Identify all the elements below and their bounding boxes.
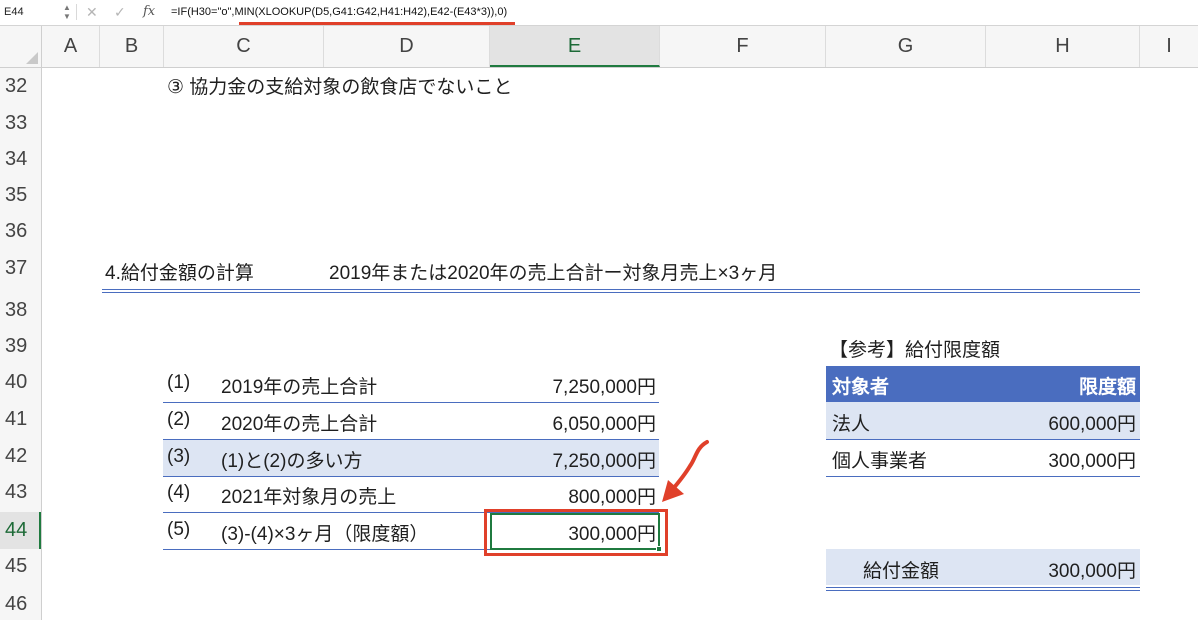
calc-row-1-num: (1) — [167, 372, 191, 393]
column-header-row: A B C D E F G H I — [0, 26, 1198, 68]
row-header-38[interactable]: 38 — [0, 292, 41, 329]
row-header-37[interactable]: 37 — [0, 250, 41, 287]
calc-row-4-value[interactable]: 800,000円 — [490, 482, 656, 509]
benefit-label: 給付金額 — [863, 561, 940, 582]
column-header-a[interactable]: A — [42, 26, 100, 67]
row-header-35[interactable]: 35 — [0, 177, 41, 214]
benefit-rule-bottom — [826, 590, 1140, 591]
calc-row-3-label: (1)と(2)の多い方 — [221, 451, 363, 472]
section-rule-bottom — [102, 292, 1140, 293]
row-header-46[interactable]: 46 — [0, 586, 41, 620]
enter-icon[interactable]: ✓ — [114, 2, 126, 22]
calc-row-4-num: (4) — [167, 482, 191, 503]
reference-row-divider — [826, 439, 1140, 440]
row-header-45[interactable]: 45 — [0, 548, 41, 585]
calc-row-3-value[interactable]: 7,250,000円 — [490, 446, 656, 473]
reference-header-target: 対象者 — [832, 377, 890, 398]
row-header-39[interactable]: 39 — [0, 328, 41, 365]
fill-handle[interactable] — [656, 546, 662, 552]
reference-row-2-target: 個人事業者 — [832, 451, 928, 472]
reference-header-limit: 限度額 — [1078, 377, 1136, 398]
formula-bar-divider — [76, 4, 77, 20]
calc-row-4-label: 2021年対象月の売上 — [221, 487, 397, 508]
row-header-32[interactable]: 32 — [0, 68, 41, 105]
calc-row-2-value[interactable]: 6,050,000円 — [490, 409, 656, 436]
reference-row-divider — [826, 476, 1140, 477]
row-header-33[interactable]: 33 — [0, 105, 41, 142]
calc-row-divider — [163, 402, 659, 403]
section-title: 4.給付金額の計算 — [105, 263, 254, 284]
column-header-i[interactable]: I — [1140, 26, 1198, 67]
name-box[interactable]: E44 — [0, 2, 60, 22]
row-header-36[interactable]: 36 — [0, 213, 41, 250]
fx-icon[interactable]: fx — [143, 2, 155, 22]
calc-row-5-label: (3)-(4)×3ヶ月（限度額） — [221, 524, 429, 545]
reference-row-1-limit[interactable]: 600,000円 — [986, 409, 1136, 436]
annotation-arrow-icon — [662, 440, 709, 502]
column-header-e[interactable]: E — [490, 26, 660, 67]
section-formula-text: 2019年または2020年の売上合計ー対象月売上×3ヶ月 — [329, 263, 778, 284]
row-header-42[interactable]: 42 — [0, 438, 41, 475]
select-all-icon — [26, 52, 38, 64]
calc-row-divider — [163, 476, 659, 477]
formula-bar: E44 ▲ ▼ ✕ ✓ fx =IF(H30="o",MIN(XLOOKUP(D5… — [0, 0, 1198, 26]
benefit-rule-top — [826, 587, 1140, 588]
condition-3-text: ③ 協力金の支給対象の飲食店でないこと — [167, 77, 513, 98]
column-header-d[interactable]: D — [324, 26, 490, 67]
reference-row-2-limit[interactable]: 300,000円 — [986, 446, 1136, 473]
row-header-41[interactable]: 41 — [0, 401, 41, 438]
calc-row-5-num: (5) — [167, 519, 191, 540]
formula-annotation-underline — [239, 22, 515, 25]
row-header-column: 32 33 34 35 36 37 38 39 40 41 42 43 44 4… — [0, 68, 42, 620]
column-header-f[interactable]: F — [660, 26, 826, 67]
reference-row-1-target: 法人 — [832, 414, 871, 435]
formula-input[interactable]: =IF(H30="o",MIN(XLOOKUP(D5,G41:G42,H41:H… — [171, 2, 507, 22]
calc-row-2-label: 2020年の売上合計 — [221, 414, 378, 435]
name-box-stepper-icon[interactable]: ▲ ▼ — [62, 3, 72, 21]
row-header-43[interactable]: 43 — [0, 474, 41, 511]
calc-row-1-value[interactable]: 7,250,000円 — [490, 372, 656, 399]
calc-row-2-num: (2) — [167, 409, 191, 430]
calc-row-1-label: 2019年の売上合計 — [221, 377, 378, 398]
reference-title: 【参考】給付限度額 — [829, 340, 1001, 361]
active-cell-e44[interactable] — [490, 513, 660, 550]
select-all-corner[interactable] — [0, 26, 42, 67]
row-header-44[interactable]: 44 — [0, 512, 41, 549]
column-header-c[interactable]: C — [164, 26, 324, 67]
cancel-icon[interactable]: ✕ — [86, 2, 98, 22]
benefit-value[interactable]: 300,000円 — [986, 556, 1136, 583]
column-header-b[interactable]: B — [100, 26, 164, 67]
calc-row-divider — [163, 439, 659, 440]
calc-row-3-num: (3) — [167, 446, 191, 467]
column-header-g[interactable]: G — [826, 26, 986, 67]
row-header-34[interactable]: 34 — [0, 141, 41, 178]
column-header-h[interactable]: H — [986, 26, 1140, 67]
section-rule-top — [102, 289, 1140, 290]
row-header-40[interactable]: 40 — [0, 364, 41, 401]
